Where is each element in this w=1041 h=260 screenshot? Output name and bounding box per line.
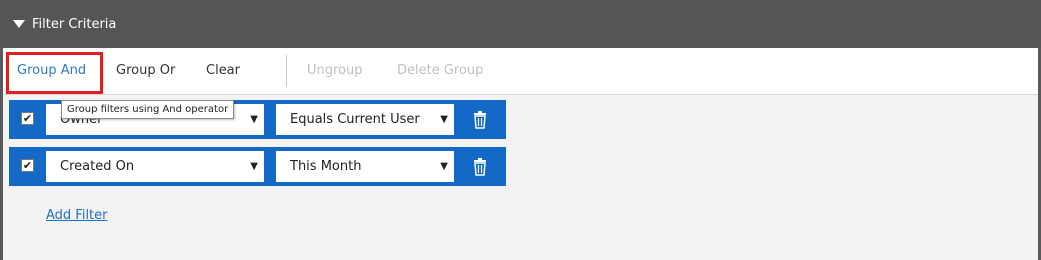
filter-toolbar: Group And Group Or Clear Ungroup Delete … [3, 48, 1038, 95]
trash-icon[interactable] [472, 111, 488, 129]
group-and-tooltip: Group filters using And operator [61, 100, 235, 119]
clear-button[interactable]: Clear [206, 63, 240, 78]
operator-select-value: Equals Current User [290, 112, 420, 127]
delete-group-button: Delete Group [397, 63, 484, 78]
trash-icon[interactable] [472, 158, 488, 176]
collapse-triangle-icon[interactable] [13, 20, 25, 28]
group-or-button[interactable]: Group Or [116, 63, 175, 78]
field-select[interactable]: Created On ▼ [46, 151, 264, 182]
filter-row: ✔ Created On ▼ This Month ▼ [9, 147, 506, 186]
ungroup-button: Ungroup [307, 63, 363, 78]
field-select-value: Created On [60, 159, 135, 174]
chevron-down-icon: ▼ [440, 114, 448, 125]
toolbar-divider [286, 55, 287, 87]
chevron-down-icon: ▼ [440, 161, 448, 172]
operator-select[interactable]: Equals Current User ▼ [276, 104, 454, 135]
filter-row-checkbox[interactable]: ✔ [21, 159, 34, 172]
filter-panel: Group And Group Or Clear Ungroup Delete … [3, 48, 1038, 260]
chevron-down-icon: ▼ [250, 114, 258, 125]
add-filter-link[interactable]: Add Filter [46, 208, 108, 223]
filter-criteria-header[interactable]: Filter Criteria [0, 0, 1041, 48]
filter-row-checkbox[interactable]: ✔ [21, 112, 34, 125]
filter-criteria-title: Filter Criteria [32, 16, 117, 32]
chevron-down-icon: ▼ [250, 161, 258, 172]
operator-select[interactable]: This Month ▼ [276, 151, 454, 182]
operator-select-value: This Month [290, 159, 362, 174]
group-and-highlight-box [6, 52, 103, 94]
